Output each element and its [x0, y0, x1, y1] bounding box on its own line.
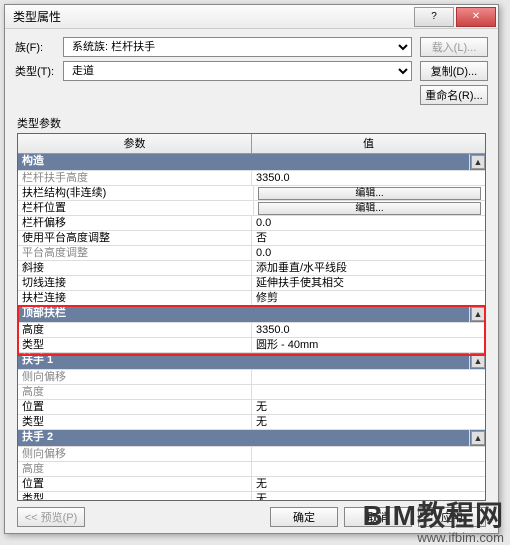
collapse-icon[interactable]: ▲ — [471, 354, 485, 368]
param-cell: 高度 — [18, 462, 252, 476]
value-cell[interactable]: 0.0 — [252, 246, 485, 260]
group-name: 构造 — [18, 154, 470, 170]
table-row[interactable]: 类型无 — [18, 492, 485, 500]
param-cell: 斜接 — [18, 261, 252, 275]
rename-button[interactable]: 重命名(R)... — [420, 85, 488, 105]
table-row[interactable]: 高度 — [18, 462, 485, 477]
value-cell[interactable]: 0.0 — [252, 216, 485, 230]
edit-button[interactable]: 编辑... — [258, 202, 481, 215]
table-row[interactable]: 位置无 — [18, 477, 485, 492]
table-row[interactable]: 高度3350.0 — [18, 323, 485, 338]
value-cell[interactable]: 3350.0 — [252, 171, 485, 185]
type-select[interactable]: 走道 — [63, 61, 412, 81]
ok-button[interactable]: 确定 — [270, 507, 338, 527]
group-name: 扶手 1 — [18, 353, 470, 369]
table-row[interactable]: 扶栏结构(非连续) 编辑... — [18, 186, 485, 201]
value-cell[interactable]: 3350.0 — [252, 323, 485, 337]
param-cell: 位置 — [18, 400, 252, 414]
collapse-icon[interactable]: ▲ — [471, 307, 485, 321]
param-cell: 类型 — [18, 492, 252, 500]
param-cell: 高度 — [18, 323, 252, 337]
table-row[interactable]: 栏杆扶手高度3350.0 — [18, 171, 485, 186]
value-cell[interactable]: 无 — [252, 477, 485, 491]
family-label: 族(F): — [15, 39, 63, 55]
col-value: 值 — [252, 134, 485, 153]
table-row[interactable]: 斜接添加垂直/水平线段 — [18, 261, 485, 276]
table-row[interactable]: 类型无 — [18, 415, 485, 430]
collapse-icon[interactable]: ▲ — [471, 431, 485, 445]
group-header[interactable]: 构造▲ — [18, 154, 485, 171]
close-button[interactable]: ✕ — [456, 7, 496, 27]
param-cell: 类型 — [18, 415, 252, 429]
value-cell[interactable]: 否 — [252, 231, 485, 245]
value-cell[interactable]: 添加垂直/水平线段 — [252, 261, 485, 275]
copy-button[interactable]: 复制(D)... — [420, 61, 488, 81]
param-cell: 扶栏结构(非连续) — [18, 186, 254, 200]
param-cell: 类型 — [18, 338, 252, 352]
collapse-icon[interactable]: ▲ — [471, 155, 485, 169]
table-row[interactable]: 平台高度调整0.0 — [18, 246, 485, 261]
value-cell[interactable]: 修剪 — [252, 291, 485, 305]
edit-button[interactable]: 编辑... — [258, 187, 481, 200]
group-name: 顶部扶栏 — [18, 306, 470, 322]
col-param: 参数 — [18, 134, 252, 153]
titlebar: 类型属性 ? ✕ — [5, 5, 498, 29]
table-row[interactable]: 扶栏连接修剪 — [18, 291, 485, 306]
param-cell: 平台高度调整 — [18, 246, 252, 260]
param-cell: 栏杆偏移 — [18, 216, 252, 230]
type-properties-dialog: 类型属性 ? ✕ 族(F): 系统族: 栏杆扶手 载入(L)... 类型(T):… — [4, 4, 499, 534]
param-cell: 侧向偏移 — [18, 447, 252, 461]
param-cell: 使用平台高度调整 — [18, 231, 252, 245]
help-button[interactable]: ? — [414, 7, 454, 27]
bottom-bar: << 预览(P) 确定 取消 应用 — [5, 501, 498, 533]
group-name: 扶手 2 — [18, 430, 470, 446]
table-row[interactable]: 切线连接延伸扶手使其相交 — [18, 276, 485, 291]
param-cell: 位置 — [18, 477, 252, 491]
param-cell: 高度 — [18, 385, 252, 399]
value-cell[interactable]: 无 — [252, 492, 485, 500]
param-cell: 栏杆扶手高度 — [18, 171, 252, 185]
value-cell[interactable] — [252, 462, 485, 476]
param-cell: 切线连接 — [18, 276, 252, 290]
top-form: 族(F): 系统族: 栏杆扶手 载入(L)... 类型(T): 走道 复制(D)… — [5, 29, 498, 111]
grid-body[interactable]: 构造▲栏杆扶手高度3350.0扶栏结构(非连续)编辑...栏杆位置编辑...栏杆… — [18, 154, 485, 500]
table-row[interactable]: 使用平台高度调整否 — [18, 231, 485, 246]
param-cell: 侧向偏移 — [18, 370, 252, 384]
table-row[interactable]: 类型圆形 - 40mm — [18, 338, 485, 353]
value-cell[interactable]: 无 — [252, 415, 485, 429]
parameter-grid: 参数 值 构造▲栏杆扶手高度3350.0扶栏结构(非连续)编辑...栏杆位置编辑… — [17, 133, 486, 501]
family-select[interactable]: 系统族: 栏杆扶手 — [63, 37, 412, 57]
group-header[interactable]: 顶部扶栏▲ — [18, 306, 485, 323]
table-row[interactable]: 栏杆位置编辑... — [18, 201, 485, 216]
value-cell[interactable]: 圆形 - 40mm — [252, 338, 485, 352]
table-row[interactable]: 侧向偏移 — [18, 447, 485, 462]
value-cell[interactable] — [252, 385, 485, 399]
table-row[interactable]: 侧向偏移 — [18, 370, 485, 385]
load-button[interactable]: 载入(L)... — [420, 37, 488, 57]
group-header[interactable]: 扶手 2▲ — [18, 430, 485, 447]
value-cell[interactable]: 延伸扶手使其相交 — [252, 276, 485, 290]
table-row[interactable]: 栏杆偏移0.0 — [18, 216, 485, 231]
param-cell: 扶栏连接 — [18, 291, 252, 305]
apply-button[interactable]: 应用 — [418, 507, 486, 527]
window-title: 类型属性 — [13, 8, 414, 25]
group-header[interactable]: 扶手 1▲ — [18, 353, 485, 370]
table-row[interactable]: 高度 — [18, 385, 485, 400]
value-cell[interactable]: 无 — [252, 400, 485, 414]
type-label: 类型(T): — [15, 63, 63, 79]
grid-header: 参数 值 — [18, 134, 485, 154]
preview-button[interactable]: << 预览(P) — [17, 507, 85, 527]
cancel-button[interactable]: 取消 — [344, 507, 412, 527]
section-title: 类型参数 — [17, 115, 486, 131]
table-row[interactable]: 位置无 — [18, 400, 485, 415]
value-cell[interactable] — [252, 370, 485, 384]
param-cell: 栏杆位置 — [18, 201, 254, 215]
value-cell[interactable] — [252, 447, 485, 461]
